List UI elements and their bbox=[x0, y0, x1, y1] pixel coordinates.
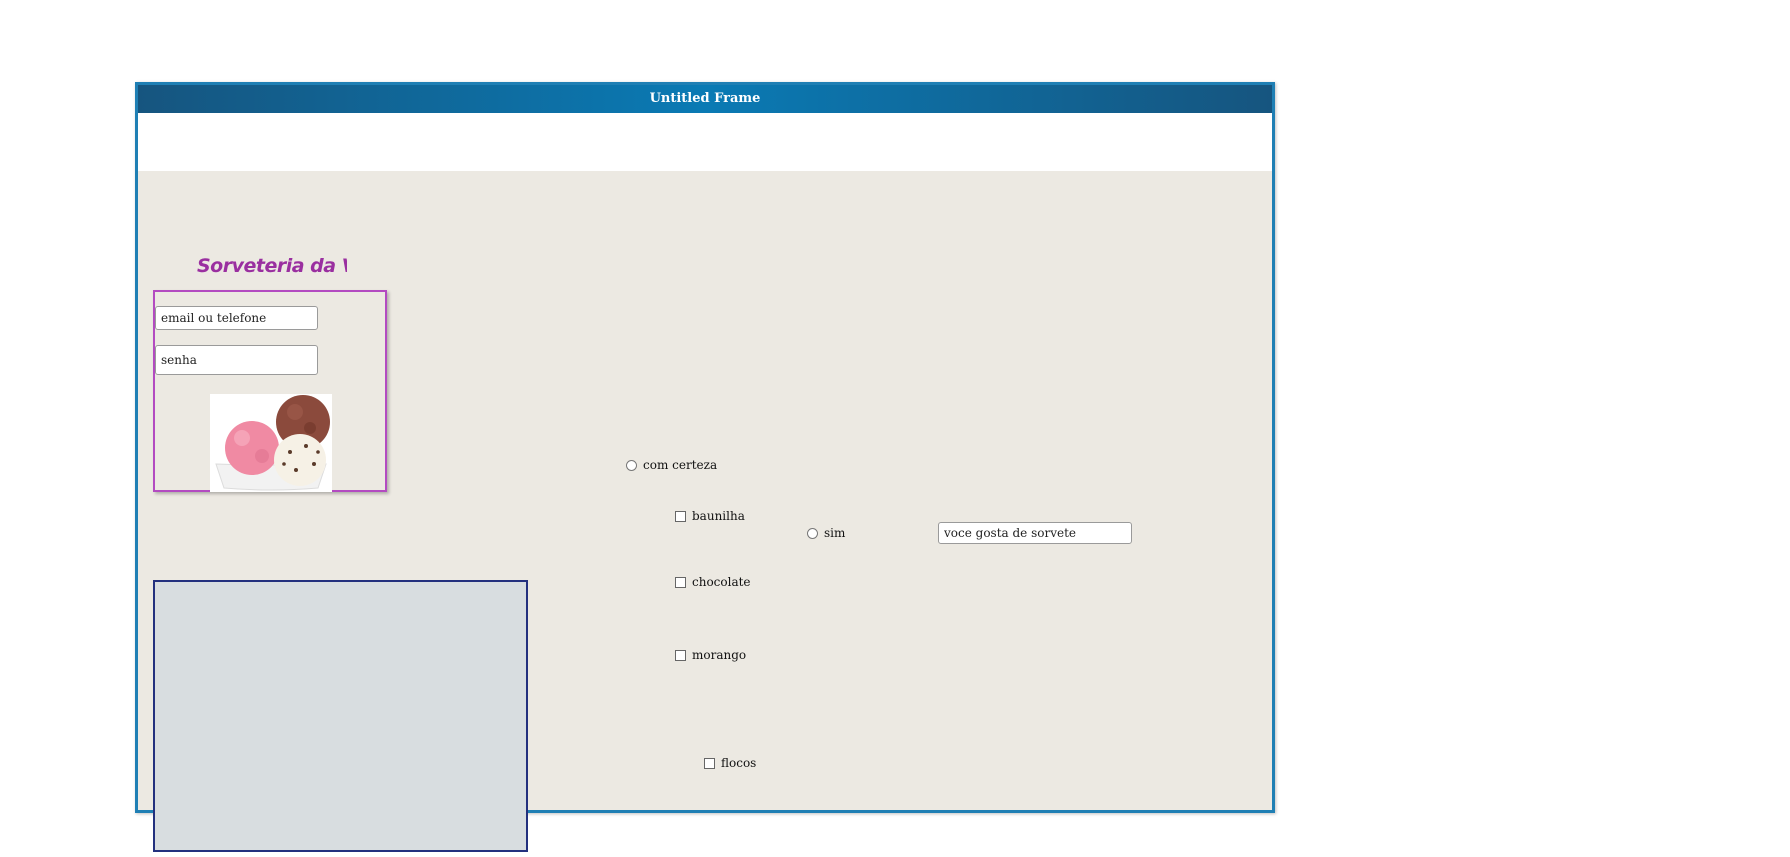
question-input[interactable] bbox=[938, 522, 1132, 544]
display-panel bbox=[153, 580, 528, 852]
password-input[interactable] bbox=[155, 345, 318, 375]
checkbox-flocos-label: flocos bbox=[721, 756, 757, 770]
form-canvas: Sorveteria da Vivi bbox=[138, 171, 1272, 852]
checkbox-baunilha-label: baunilha bbox=[692, 509, 745, 523]
radio-button-icon[interactable] bbox=[626, 459, 637, 471]
checkbox-icon[interactable] bbox=[704, 757, 715, 769]
window-title: Untitled Frame bbox=[138, 85, 1272, 113]
radio-com-certeza-label: com certeza bbox=[643, 458, 718, 472]
checkbox-flocos[interactable]: flocos bbox=[704, 756, 756, 770]
checkbox-icon[interactable] bbox=[675, 510, 686, 522]
email-or-phone-input[interactable] bbox=[155, 306, 318, 330]
checkbox-chocolate-label: chocolate bbox=[692, 575, 751, 589]
radio-sim[interactable]: sim bbox=[807, 526, 845, 540]
checkbox-baunilha[interactable]: baunilha bbox=[675, 509, 745, 523]
checkbox-icon[interactable] bbox=[675, 649, 686, 661]
ice-cream-image bbox=[210, 394, 332, 492]
login-panel bbox=[153, 290, 387, 492]
checkbox-morango-label: morango bbox=[692, 648, 747, 662]
checkbox-chocolate[interactable]: chocolate bbox=[675, 575, 751, 589]
radio-sim-label: sim bbox=[824, 526, 846, 540]
app-frame: Untitled Frame Sorveteria da Vivi bbox=[135, 82, 1275, 852]
checkbox-icon[interactable] bbox=[675, 576, 686, 588]
brand-title: Sorveteria da Vivi bbox=[197, 255, 347, 277]
radio-button-icon[interactable] bbox=[807, 527, 818, 539]
radio-com-certeza[interactable]: com certeza bbox=[626, 458, 717, 472]
checkbox-morango[interactable]: morango bbox=[675, 648, 746, 662]
